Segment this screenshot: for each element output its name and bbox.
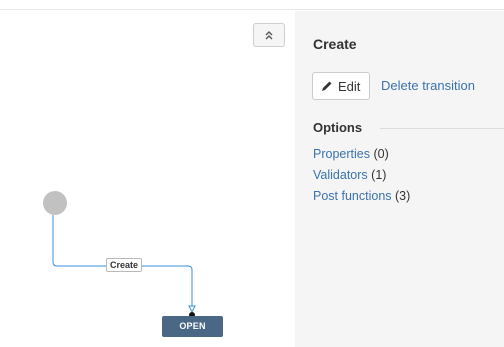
status-node-open[interactable]: OPEN	[162, 316, 223, 337]
transition-details-panel: Create Edit Delete transition Options Pr…	[295, 11, 504, 347]
edit-button[interactable]: Edit	[312, 72, 371, 100]
validators-count: (1)	[371, 168, 387, 182]
collapse-button[interactable]	[253, 23, 285, 47]
options-divider	[380, 128, 504, 129]
validators-link[interactable]: Validators	[313, 168, 368, 182]
workflow-diagram	[43, 191, 196, 318]
delete-transition-link[interactable]: Delete transition	[381, 78, 475, 93]
post-functions-count: (3)	[395, 189, 411, 203]
panel-title: Create	[313, 36, 357, 52]
post-functions-link[interactable]: Post functions	[313, 189, 392, 203]
edit-button-label: Edit	[338, 78, 361, 94]
options-heading: Options	[313, 120, 363, 135]
option-validators: Validators (1)	[313, 168, 386, 182]
double-chevron-up-icon	[264, 30, 274, 40]
properties-count: (0)	[373, 147, 389, 161]
pencil-icon	[321, 80, 333, 92]
properties-link[interactable]: Properties	[313, 147, 370, 161]
initial-node[interactable]	[43, 191, 67, 215]
option-properties: Properties (0)	[313, 147, 389, 161]
transition-arrowhead	[188, 305, 196, 314]
transition-label[interactable]: Create	[106, 258, 143, 272]
option-post-functions: Post functions (3)	[313, 189, 410, 203]
